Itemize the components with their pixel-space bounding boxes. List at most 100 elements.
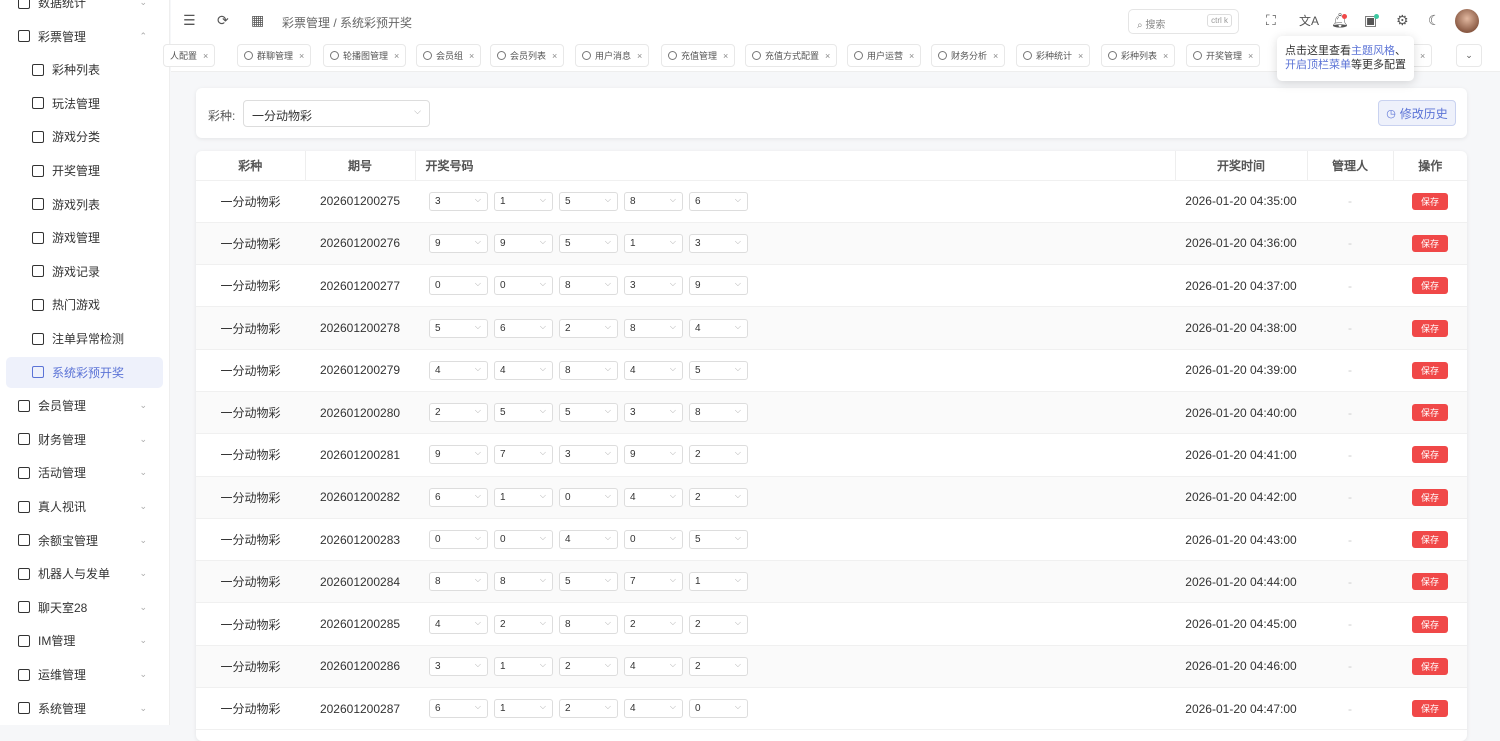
number-select[interactable]: 6 ⌵ [689,191,748,211]
sidebar-item-15[interactable]: 真人视讯 ⌄ [6,491,163,522]
sidebar-item-9[interactable]: 热门游戏 [6,289,163,320]
number-select[interactable]: 3 ⌵ [559,445,618,465]
number-select[interactable]: 5 ⌵ [429,318,488,338]
close-icon[interactable]: × [1420,51,1425,61]
number-select[interactable]: 8 ⌵ [624,191,683,211]
tab-4[interactable]: 会员列表 × [490,44,565,67]
number-select[interactable]: 0 ⌵ [624,530,683,550]
tab-5[interactable]: 用户消息 × [575,44,650,67]
number-select[interactable]: 8 ⌵ [689,403,748,423]
number-select[interactable]: 7 ⌵ [494,445,553,465]
sidebar-item-1[interactable]: 彩票管理 ⌃ [6,21,163,52]
search-input[interactable]: ⌕ 搜索 ctrl k [1128,9,1239,34]
sidebar-item-4[interactable]: 游戏分类 [6,121,163,152]
translate-icon[interactable]: 文A [1299,12,1319,29]
close-icon[interactable]: × [552,51,557,61]
grid-icon[interactable]: ▦ [251,12,264,29]
number-select[interactable]: 9 ⌵ [689,276,748,296]
number-select[interactable]: 4 ⌵ [624,360,683,380]
save-button[interactable]: 保存 [1412,446,1448,464]
number-select[interactable]: 1 ⌵ [494,699,553,719]
number-select[interactable]: 7 ⌵ [624,572,683,592]
number-select[interactable]: 2 ⌵ [559,318,618,338]
tab-6[interactable]: 充值管理 × [661,44,736,67]
number-select[interactable]: 8 ⌵ [559,360,618,380]
save-button[interactable]: 保存 [1412,277,1448,295]
number-select[interactable]: 8 ⌵ [624,318,683,338]
sidebar-item-17[interactable]: 机器人与发单 ⌄ [6,558,163,589]
tab-8[interactable]: 用户运营 × [847,44,922,67]
number-select[interactable]: 2 ⌵ [689,487,748,507]
close-icon[interactable]: × [1078,51,1083,61]
sidebar-item-11[interactable]: 系统彩预开奖 [6,356,163,388]
number-select[interactable]: 2 ⌵ [559,699,618,719]
close-icon[interactable]: × [909,51,914,61]
save-button[interactable]: 保存 [1412,488,1448,506]
theme-link[interactable]: 主题风格 [1351,45,1395,57]
sidebar-item-2[interactable]: 彩种列表 [6,54,163,85]
sidebar-item-19[interactable]: IM管理 ⌄ [6,625,163,656]
close-icon[interactable]: × [299,51,304,61]
number-select[interactable]: 2 ⌵ [429,403,488,423]
number-select[interactable]: 4 ⌵ [429,360,488,380]
number-select[interactable]: 1 ⌵ [494,487,553,507]
save-button[interactable]: 保存 [1412,573,1448,591]
save-button[interactable]: 保存 [1412,531,1448,549]
number-select[interactable]: 0 ⌵ [559,487,618,507]
lottery-select[interactable]: 一分动物彩 ⌵ [243,100,430,127]
save-button[interactable]: 保存 [1412,361,1448,379]
tab-0[interactable]: 人配置 × [163,44,216,67]
top-menu-link[interactable]: 开启顶栏菜单 [1285,59,1351,71]
close-icon[interactable]: × [723,51,728,61]
number-select[interactable]: 5 ⌵ [559,403,618,423]
number-select[interactable]: 4 ⌵ [624,699,683,719]
save-button[interactable]: 保存 [1412,700,1448,718]
number-select[interactable]: 1 ⌵ [494,191,553,211]
number-select[interactable]: 4 ⌵ [624,487,683,507]
sidebar-item-16[interactable]: 余额宝管理 ⌄ [6,525,163,556]
tab-1[interactable]: 群聊管理 × [237,44,312,67]
close-icon[interactable]: × [1163,51,1168,61]
number-select[interactable]: 2 ⌵ [494,614,553,634]
sidebar-item-14[interactable]: 活动管理 ⌄ [6,457,163,488]
save-button[interactable]: 保存 [1412,404,1448,422]
tab-10[interactable]: 彩种统计 × [1016,44,1091,67]
number-select[interactable]: 3 ⌵ [429,191,488,211]
save-button[interactable]: 保存 [1412,192,1448,210]
sidebar-item-12[interactable]: 会员管理 ⌄ [6,390,163,421]
tab-12[interactable]: 开奖管理 × [1186,44,1261,67]
save-button[interactable]: 保存 [1412,234,1448,252]
number-select[interactable]: 9 ⌵ [624,445,683,465]
tab-2[interactable]: 轮播图管理 × [323,44,407,67]
refresh-icon[interactable]: ⟳ [217,12,229,29]
tabs-more-button[interactable]: ⌄ [1456,44,1482,67]
close-icon[interactable]: × [469,51,474,61]
number-select[interactable]: 6 ⌵ [494,318,553,338]
edit-history-button[interactable]: ◷ 修改历史 [1378,100,1456,126]
number-select[interactable]: 1 ⌵ [494,656,553,676]
number-select[interactable]: 4 ⌵ [559,530,618,550]
number-select[interactable]: 6 ⌵ [429,487,488,507]
number-select[interactable]: 0 ⌵ [494,276,553,296]
menu-toggle-icon[interactable]: ☰ [183,12,196,29]
sidebar-item-0[interactable]: 数据统计 ⌄ [6,0,163,18]
sidebar-item-21[interactable]: 系统管理 ⌄ [6,693,163,724]
save-button[interactable]: 保存 [1412,615,1448,633]
number-select[interactable]: 9 ⌵ [429,233,488,253]
tab-7[interactable]: 充值方式配置 × [745,44,838,67]
tab-3[interactable]: 会员组 × [416,44,482,67]
close-icon[interactable]: × [993,51,998,61]
close-icon[interactable]: × [637,51,642,61]
number-select[interactable]: 9 ⌵ [429,445,488,465]
number-select[interactable]: 8 ⌵ [559,276,618,296]
number-select[interactable]: 0 ⌵ [429,276,488,296]
close-icon[interactable]: × [825,51,830,61]
save-button[interactable]: 保存 [1412,657,1448,675]
number-select[interactable]: 8 ⌵ [494,572,553,592]
close-icon[interactable]: × [203,51,208,61]
number-select[interactable]: 2 ⌵ [559,656,618,676]
number-select[interactable]: 3 ⌵ [624,403,683,423]
number-select[interactable]: 0 ⌵ [689,699,748,719]
number-select[interactable]: 0 ⌵ [494,530,553,550]
number-select[interactable]: 1 ⌵ [689,572,748,592]
